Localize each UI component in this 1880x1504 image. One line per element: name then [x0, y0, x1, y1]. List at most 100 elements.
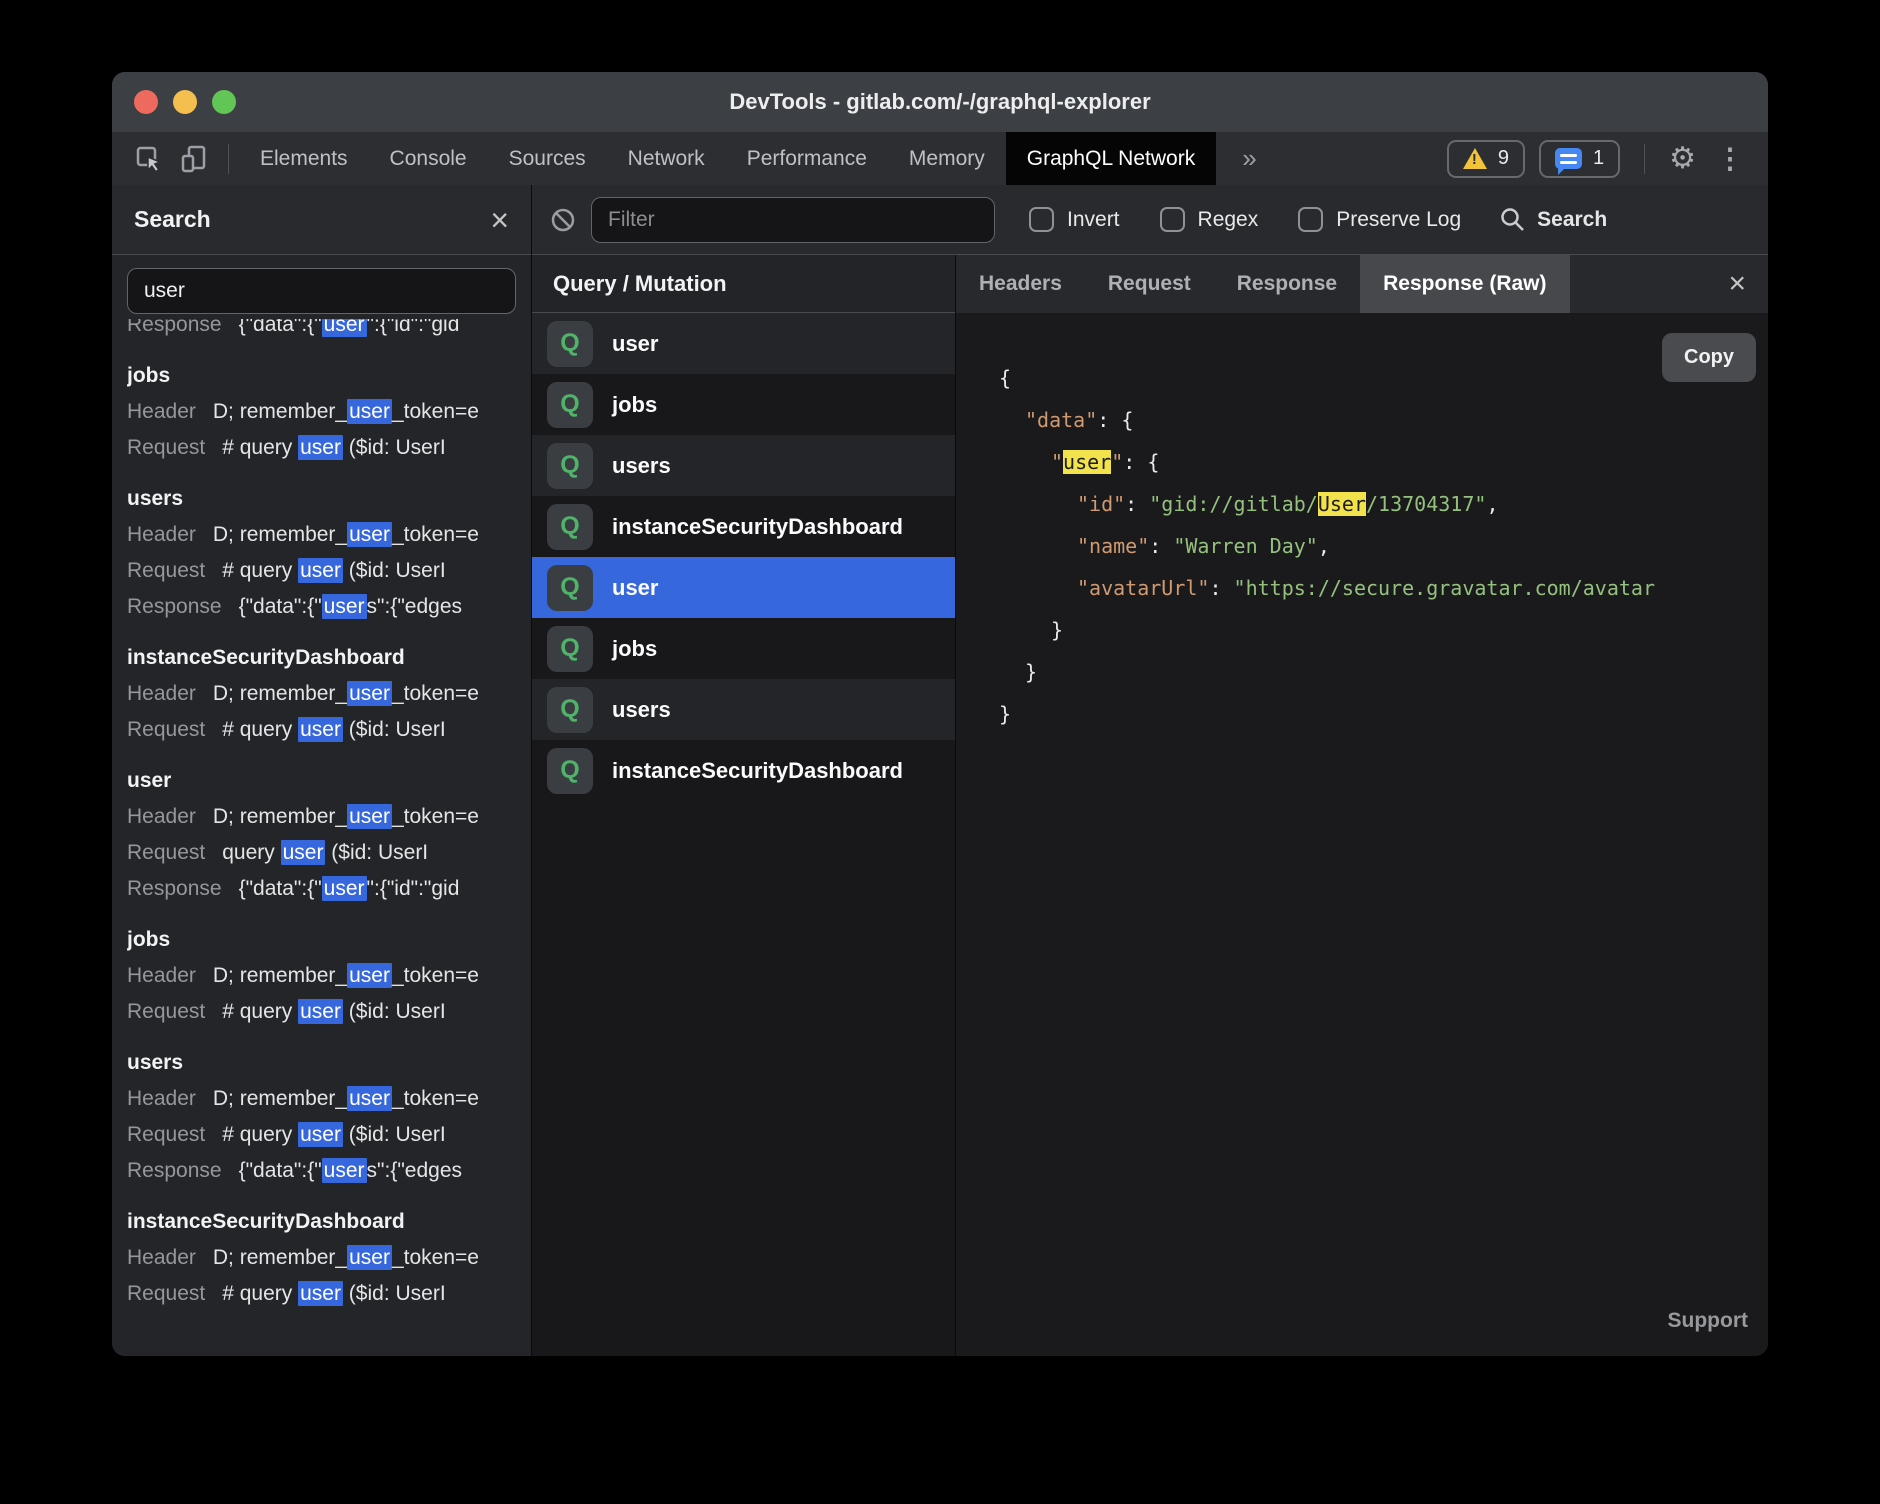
minimize-window-button[interactable]: [173, 90, 197, 114]
detail-tab-request[interactable]: Request: [1085, 255, 1214, 313]
tab-sources[interactable]: Sources: [488, 132, 607, 185]
result-match-highlight: user: [347, 804, 392, 829]
query-list-item-user[interactable]: Quser: [532, 557, 955, 618]
result-text: query: [222, 841, 280, 864]
tab-console[interactable]: Console: [369, 132, 488, 185]
search-result-line[interactable]: HeaderD; remember_user_token=e: [127, 517, 516, 553]
filter-search-control[interactable]: Search: [1499, 206, 1607, 234]
search-result-line[interactable]: HeaderD; remember_user_token=e: [127, 799, 516, 835]
search-result-line[interactable]: HeaderD; remember_user_token=e: [127, 394, 516, 430]
search-result-line[interactable]: Request# query user ($id: UserI: [127, 1117, 516, 1153]
response-raw-view: Copy {"data": {"user": {"id": "gid://git…: [956, 313, 1768, 1356]
query-list-item-jobs[interactable]: Qjobs: [532, 374, 955, 435]
detail-tab-response-raw[interactable]: Response (Raw): [1360, 255, 1569, 313]
close-search-panel-icon[interactable]: ×: [490, 204, 509, 236]
result-line-label: Header: [127, 1087, 196, 1110]
search-result-line[interactable]: Request# query user ($id: UserI: [127, 1276, 516, 1312]
json-token: :: [1149, 534, 1173, 558]
detail-tabs-list: HeadersRequestResponseResponse (Raw): [956, 255, 1570, 313]
search-result-line[interactable]: Request# query user ($id: UserI: [127, 994, 516, 1030]
toolbar-right: 9 1 ⚙ ⋮: [1447, 140, 1768, 178]
result-text: D; remember_: [213, 400, 347, 423]
search-result-line[interactable]: Requestquery user ($id: UserI: [127, 835, 516, 871]
search-result-query-name: instanceSecurityDashboard: [127, 640, 516, 676]
search-result-line[interactable]: Response{"data":{"users":{"edges: [127, 589, 516, 625]
warnings-badge[interactable]: 9: [1447, 140, 1525, 178]
query-type-badge: Q: [547, 565, 593, 611]
json-line: }: [999, 609, 1768, 651]
settings-gear-icon[interactable]: ⚙: [1669, 144, 1696, 174]
result-match-highlight: user: [347, 399, 392, 424]
json-token: : {: [1123, 450, 1159, 474]
json-line: "avatarUrl": "https://secure.gravatar.co…: [999, 567, 1768, 609]
copy-button[interactable]: Copy: [1662, 333, 1756, 382]
query-list: QuserQjobsQusersQinstanceSecurityDashboa…: [532, 313, 955, 801]
query-list-header: Query / Mutation: [532, 255, 955, 313]
tab-elements[interactable]: Elements: [239, 132, 369, 185]
search-result-line[interactable]: Response{"data":{"users":{"edges: [127, 1153, 516, 1189]
checkbox-preserve-log[interactable]: Preserve Log: [1298, 207, 1461, 232]
search-result-group: usersHeaderD; remember_user_token=eReque…: [127, 481, 516, 625]
toolbar-divider: [228, 144, 229, 174]
tab-memory[interactable]: Memory: [888, 132, 1006, 185]
query-list-item-jobs[interactable]: Qjobs: [532, 618, 955, 679]
clear-icon[interactable]: [549, 206, 577, 234]
support-link[interactable]: Support: [1668, 1300, 1748, 1342]
tab-network[interactable]: Network: [607, 132, 726, 185]
json-token: ": [1051, 450, 1063, 474]
search-result-line[interactable]: Response{"data":{"user":{"id":"gid: [127, 871, 516, 907]
json-token: :: [1209, 576, 1233, 600]
checkbox-box[interactable]: [1029, 207, 1054, 232]
query-list-item-instancesecuritydashboard[interactable]: QinstanceSecurityDashboard: [532, 740, 955, 801]
search-result-line[interactable]: HeaderD; remember_user_token=e: [127, 958, 516, 994]
json-token: ": [1111, 450, 1123, 474]
json-token: "gid://gitlab/: [1149, 492, 1318, 516]
result-text: D; remember_: [213, 1246, 347, 1269]
devtools-main: Search × Response{"data":{"user":{"id":"…: [112, 185, 1768, 1356]
result-text: # query: [222, 436, 298, 459]
search-match-highlight: user: [1063, 450, 1111, 474]
query-list-panel: Query / Mutation QuserQjobsQusersQinstan…: [532, 255, 956, 1356]
kebab-menu-icon[interactable]: ⋮: [1710, 145, 1750, 173]
query-list-item-users[interactable]: Qusers: [532, 435, 955, 496]
result-match-highlight: user: [298, 435, 343, 460]
search-result-line[interactable]: HeaderD; remember_user_token=e: [127, 1240, 516, 1276]
warning-count: 9: [1498, 147, 1509, 170]
query-type-badge: Q: [547, 748, 593, 794]
checkbox-regex[interactable]: Regex: [1160, 207, 1259, 232]
close-detail-icon[interactable]: ×: [1728, 269, 1768, 299]
search-input[interactable]: [127, 268, 516, 314]
tab-graphql-network[interactable]: GraphQL Network: [1006, 132, 1216, 185]
query-list-item-users[interactable]: Qusers: [532, 679, 955, 740]
detail-tab-response[interactable]: Response: [1214, 255, 1360, 313]
filter-input[interactable]: [591, 197, 995, 243]
tab-performance[interactable]: Performance: [726, 132, 888, 185]
json-line: }: [999, 693, 1768, 735]
result-text: # query: [222, 1282, 298, 1305]
more-tabs-chevron-icon[interactable]: »: [1216, 132, 1282, 185]
detail-tab-headers[interactable]: Headers: [956, 255, 1085, 313]
search-result-line[interactable]: HeaderD; remember_user_token=e: [127, 1081, 516, 1117]
detail-tabs: HeadersRequestResponseResponse (Raw) ×: [956, 255, 1768, 313]
inspect-element-icon[interactable]: [126, 132, 172, 185]
network-filter-bar: Invert Regex Preserve Log Search: [532, 185, 1768, 255]
checkbox-invert[interactable]: Invert: [1029, 207, 1120, 232]
search-result-line[interactable]: HeaderD; remember_user_token=e: [127, 676, 516, 712]
device-toolbar-icon[interactable]: [172, 132, 218, 185]
query-list-item-instancesecuritydashboard[interactable]: QinstanceSecurityDashboard: [532, 496, 955, 557]
search-result-group: instanceSecurityDashboardHeaderD; rememb…: [127, 640, 516, 748]
result-match-highlight: user: [322, 876, 367, 901]
close-window-button[interactable]: [134, 90, 158, 114]
search-result-line[interactable]: Request# query user ($id: UserI: [127, 430, 516, 466]
checkbox-box[interactable]: [1160, 207, 1185, 232]
result-text: # query: [222, 1000, 298, 1023]
search-result-line[interactable]: Request# query user ($id: UserI: [127, 553, 516, 589]
messages-badge[interactable]: 1: [1539, 140, 1620, 178]
zoom-window-button[interactable]: [212, 90, 236, 114]
checkbox-box[interactable]: [1298, 207, 1323, 232]
checkbox-label: Invert: [1067, 208, 1120, 232]
search-result-group: jobsHeaderD; remember_user_token=eReques…: [127, 922, 516, 1030]
search-result-line[interactable]: Response{"data":{"user":{"id":"gid: [127, 319, 516, 343]
search-result-line[interactable]: Request# query user ($id: UserI: [127, 712, 516, 748]
query-list-item-user[interactable]: Quser: [532, 313, 955, 374]
